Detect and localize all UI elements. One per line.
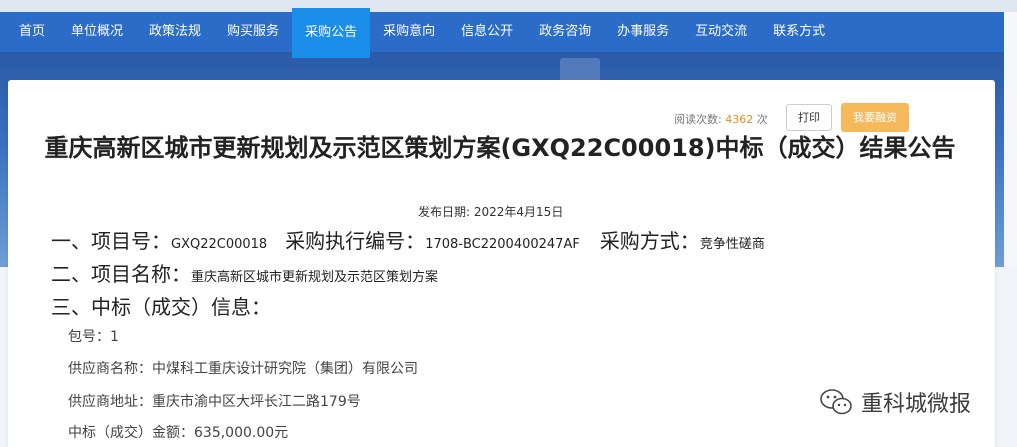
print-button[interactable]: 打印 bbox=[786, 104, 832, 131]
nav-item[interactable]: 信息公开 bbox=[448, 12, 526, 52]
main-nav: 首页 单位概况 政策法规 购买服务 采购公告 采购意向 信息公开 政务咨询 办事服务 互动交流 联系… bbox=[0, 8, 1004, 58]
publish-date-value: 2022年4月15日 bbox=[473, 205, 564, 219]
detail-label: 中标（成交）金额： bbox=[68, 425, 194, 441]
nav-item[interactable]: 单位概况 bbox=[58, 12, 136, 52]
method-label: 采购方式： bbox=[599, 229, 700, 253]
page-right-margin bbox=[1004, 52, 1017, 267]
wechat-icon bbox=[820, 389, 852, 415]
detail-value: 1 bbox=[110, 329, 119, 345]
detail-amount: 中标（成交）金额：635,000.00元 bbox=[68, 422, 288, 442]
watermark: 重科城微报 bbox=[819, 386, 971, 418]
watermark-text: 重科城微报 bbox=[861, 392, 972, 417]
page-title: 重庆高新区城市更新规划及示范区策划方案(GXQ22C00018)中标（成交）结果… bbox=[44, 134, 956, 162]
detail-supplier-name: 供应商名称：中煤科工重庆设计研究院（集团）有限公司 bbox=[68, 358, 418, 378]
read-count-label: 阅读次数: bbox=[674, 113, 722, 126]
nav-item[interactable]: 办事服务 bbox=[604, 12, 682, 52]
project-name-line: 二、项目名称：重庆高新区城市更新规划及示范区策划方案 bbox=[51, 258, 438, 287]
detail-value: 635,000.00元 bbox=[194, 425, 289, 441]
detail-label: 供应商地址： bbox=[68, 394, 152, 410]
method-value: 竞争性磋商 bbox=[699, 237, 765, 252]
nav-item[interactable]: 采购意向 bbox=[370, 12, 448, 52]
financing-button[interactable]: 我要融资 bbox=[841, 103, 909, 132]
nav-item[interactable]: 政务咨询 bbox=[526, 12, 604, 52]
nav-item[interactable]: 互动交流 bbox=[682, 12, 760, 52]
exec-no-label: 采购执行编号： bbox=[285, 229, 426, 253]
read-count-value: 4362 bbox=[725, 113, 754, 126]
nav-right-edge bbox=[1004, 12, 1017, 52]
project-name-label: 二、项目名称： bbox=[51, 262, 191, 286]
detail-label: 包号： bbox=[68, 329, 110, 345]
project-no-label: 一、项目号： bbox=[51, 229, 171, 253]
nav-item[interactable]: 购买服务 bbox=[214, 12, 292, 52]
nav-item[interactable]: 首页 bbox=[0, 12, 58, 52]
nav-item[interactable]: 联系方式 bbox=[760, 12, 838, 52]
detail-value: 中煤科工重庆设计研究院（集团）有限公司 bbox=[152, 361, 418, 377]
detail-label: 供应商名称： bbox=[68, 361, 152, 377]
read-count-unit: 次 bbox=[756, 113, 768, 126]
nav-item[interactable]: 政策法规 bbox=[136, 12, 214, 52]
project-no-value: GXQ22C00018 bbox=[171, 237, 268, 252]
detail-package: 包号：1 bbox=[68, 326, 119, 346]
award-info-label: 三、中标（成交）信息： bbox=[51, 295, 271, 319]
project-name-value: 重庆高新区城市更新规划及示范区策划方案 bbox=[191, 270, 439, 285]
detail-supplier-address: 供应商地址：重庆市渝中区大坪长江二路179号 bbox=[68, 391, 361, 411]
detail-value: 重庆市渝中区大坪长江二路179号 bbox=[152, 394, 361, 410]
award-info-heading: 三、中标（成交）信息： bbox=[51, 291, 271, 320]
project-info-line: 一、项目号：GXQ22C00018 采购执行编号：1708-BC220040024… bbox=[51, 225, 765, 254]
nav-item[interactable]: 采购公告 bbox=[292, 8, 371, 58]
publish-date-label: 发布日期: bbox=[418, 205, 471, 219]
read-count: 阅读次数: 4362 次 bbox=[674, 111, 768, 127]
exec-no-value: 1708-BC2200400247AF bbox=[425, 237, 580, 252]
publish-date: 发布日期: 2022年4月15日 bbox=[418, 203, 563, 220]
